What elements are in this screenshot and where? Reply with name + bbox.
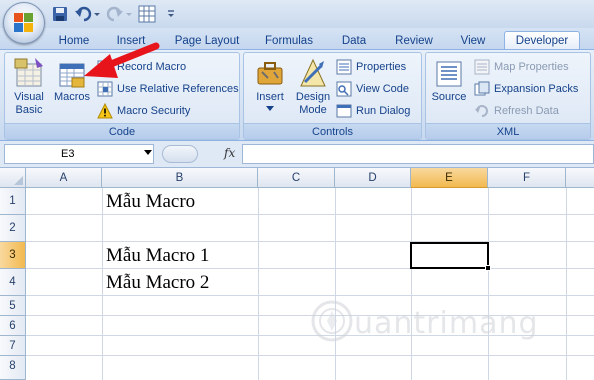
expansion-packs-label: Expansion Packs (494, 83, 579, 95)
column-header-f[interactable]: F (488, 168, 566, 188)
toolbox-icon (257, 62, 283, 85)
customize-quick-access-icon[interactable] (166, 5, 176, 23)
properties-label: Properties (356, 61, 407, 73)
select-all-triangle-icon (14, 176, 23, 185)
gridline (26, 214, 594, 215)
visual-basic-button[interactable]: Visual Basic (8, 56, 50, 117)
fill-handle[interactable] (485, 265, 491, 271)
gridline (102, 188, 103, 380)
design-mode-label: Design Mode (295, 91, 331, 116)
view-code-icon (336, 81, 352, 97)
row-header-3[interactable]: 3 (0, 242, 26, 269)
tab-review[interactable]: Review (386, 32, 442, 50)
map-properties-label: Map Properties (494, 61, 569, 73)
gridline (26, 241, 594, 242)
expansion-packs-icon (474, 81, 490, 96)
row-header-1[interactable]: 1 (0, 188, 26, 215)
title-bar (0, 0, 594, 44)
source-label: Source (431, 91, 467, 103)
formula-bar: E3 fx (0, 141, 594, 168)
chevron-down-icon (266, 106, 274, 111)
formula-expand-control[interactable] (162, 145, 198, 163)
insert-label: Insert (256, 91, 284, 103)
visual-basic-label: Visual Basic (14, 91, 44, 116)
visual-basic-icon (14, 58, 43, 87)
tab-page-layout[interactable]: Page Layout (166, 32, 248, 50)
row-header-6[interactable]: 6 (0, 316, 26, 336)
tab-developer[interactable]: Developer (504, 31, 580, 51)
warning-icon (97, 103, 113, 119)
view-code-label: View Code (356, 83, 409, 95)
column-header-e[interactable]: E (411, 168, 488, 188)
cell-b1[interactable]: Mẫu Macro (106, 191, 195, 213)
xml-group-label: XML (426, 123, 590, 139)
design-mode-icon (300, 58, 326, 87)
office-logo-icon (14, 13, 34, 33)
formula-tools: fx (160, 144, 240, 164)
row-header-7[interactable]: 7 (0, 336, 26, 356)
macros-label: Macros (53, 91, 91, 103)
undo-icon[interactable] (74, 5, 102, 23)
expansion-packs-button[interactable]: Expansion Packs (474, 80, 590, 98)
cell-b4[interactable]: Mẫu Macro 2 (106, 272, 209, 294)
column-header-c[interactable]: C (258, 168, 335, 188)
watermark: uantrimang (310, 292, 540, 352)
save-icon[interactable] (52, 5, 68, 23)
controls-group-label: Controls (244, 123, 421, 139)
row-header-5[interactable]: 5 (0, 296, 26, 316)
gridline (26, 355, 594, 356)
run-dialog-label: Run Dialog (356, 105, 411, 117)
chevron-down-icon[interactable] (144, 150, 152, 155)
macro-security-label: Macro Security (117, 105, 191, 117)
view-code-button[interactable]: View Code (336, 80, 420, 98)
xml-source-icon (436, 61, 462, 87)
gridline (258, 188, 259, 380)
source-button[interactable]: Source (428, 56, 470, 104)
tab-view[interactable]: View (452, 32, 494, 50)
watermark-text: uantrimang (354, 306, 539, 341)
properties-button[interactable]: Properties (336, 58, 420, 76)
active-cell-e3[interactable] (410, 242, 489, 269)
refresh-icon (475, 105, 488, 117)
row-header-2[interactable]: 2 (0, 215, 26, 242)
properties-icon (336, 59, 352, 75)
code-group-label: Code (5, 123, 239, 139)
run-dialog-button[interactable]: Run Dialog (336, 102, 420, 120)
watermark-logo-icon (311, 300, 353, 342)
column-header-g[interactable] (566, 168, 594, 188)
gridline (26, 268, 594, 269)
refresh-data-label: Refresh Data (494, 105, 559, 117)
annotation-arrow-icon (84, 42, 160, 78)
design-mode-button[interactable]: Design Mode (292, 56, 334, 117)
name-box[interactable]: E3 (4, 144, 154, 164)
column-header-d[interactable]: D (335, 168, 411, 188)
form-icon[interactable] (138, 5, 156, 23)
controls-group: Insert Design Mode Properties View Code … (243, 52, 422, 140)
tab-formulas[interactable]: Formulas (258, 32, 320, 50)
formula-input[interactable] (242, 144, 594, 164)
xml-group: Source Map Properties Expansion Packs Re… (425, 52, 591, 140)
office-button[interactable] (3, 2, 45, 44)
map-properties-button[interactable]: Map Properties (474, 58, 590, 76)
refresh-data-button[interactable]: Refresh Data (474, 102, 590, 120)
row-header-8[interactable]: 8 (0, 356, 26, 380)
redo-icon[interactable] (106, 5, 134, 23)
column-header-a[interactable]: A (26, 168, 102, 188)
spreadsheet-grid: A B C D E F 1 2 3 4 5 6 7 8 Mẫu Macro Mẫ… (0, 168, 594, 380)
insert-control-button[interactable]: Insert (248, 56, 292, 111)
insert-function-icon[interactable]: fx (224, 146, 235, 160)
select-all-button[interactable] (0, 168, 26, 188)
macro-security-button[interactable]: Macro Security (97, 102, 237, 120)
cell-b3[interactable]: Mẫu Macro 1 (106, 245, 209, 267)
tab-data[interactable]: Data (334, 32, 374, 50)
row-header-4[interactable]: 4 (0, 269, 26, 296)
column-header-b[interactable]: B (102, 168, 258, 188)
run-dialog-icon (336, 104, 352, 118)
gridline (566, 188, 567, 380)
map-properties-icon (474, 59, 490, 75)
